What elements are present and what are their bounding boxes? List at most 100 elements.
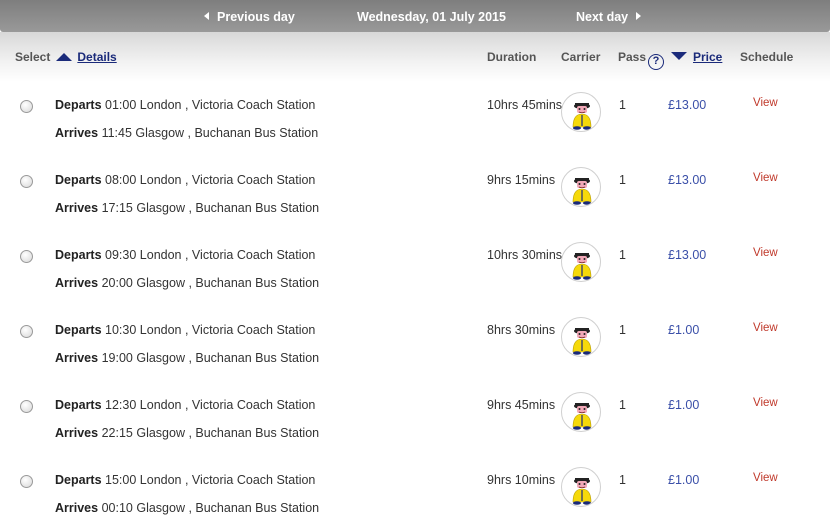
- journey-row[interactable]: Departs 09:30 London , Victoria Coach St…: [0, 242, 830, 317]
- pass-count: 1: [619, 398, 626, 412]
- journey-select-radio[interactable]: [20, 250, 33, 263]
- pass-header: Pass?: [618, 50, 665, 70]
- arrival-line: Arrives 19:00 Glasgow , Buchanan Bus Sta…: [55, 351, 319, 365]
- journey-select-radio[interactable]: [20, 475, 33, 488]
- journey-row[interactable]: Departs 15:00 London , Victoria Coach St…: [0, 467, 830, 528]
- departure-line: Departs 01:00 London , Victoria Coach St…: [55, 98, 315, 112]
- view-schedule-link[interactable]: View: [753, 247, 778, 259]
- sort-down-icon[interactable]: [671, 52, 687, 60]
- journey-duration: 9hrs 15mins: [487, 173, 556, 187]
- arrival-time: 00:10: [101, 501, 133, 515]
- pass-header-label: Pass: [618, 50, 647, 64]
- journey-row[interactable]: Departs 12:30 London , Victoria Coach St…: [0, 392, 830, 467]
- arrival-place: Glasgow , Buchanan Bus Station: [135, 126, 319, 140]
- next-day-link[interactable]: Next day: [576, 10, 642, 24]
- arrival-time: 20:00: [101, 276, 133, 290]
- view-schedule-link[interactable]: View: [753, 322, 778, 334]
- pass-count: 1: [619, 248, 626, 262]
- arrow-left-icon: [204, 12, 209, 20]
- journey-row[interactable]: Departs 08:00 London , Victoria Coach St…: [0, 167, 830, 242]
- day-navigation-bar: Previous day Wednesday, 01 July 2015 Nex…: [0, 0, 830, 32]
- departure-line: Departs 10:30 London , Victoria Coach St…: [55, 323, 315, 337]
- arrival-time: 17:15: [101, 201, 133, 215]
- journey-select-radio[interactable]: [20, 100, 33, 113]
- next-day-label: Next day: [576, 10, 629, 24]
- price-sort-link[interactable]: Price: [693, 50, 722, 64]
- sort-up-icon[interactable]: [56, 53, 73, 61]
- arrives-label: Arrives: [55, 501, 99, 515]
- departs-label: Departs: [55, 323, 102, 337]
- departure-time: 15:00: [105, 473, 137, 487]
- arrives-label: Arrives: [55, 126, 99, 140]
- journey-price: £1.00: [668, 398, 700, 412]
- duration-header: Duration: [487, 50, 537, 64]
- arrives-label: Arrives: [55, 276, 99, 290]
- journey-row[interactable]: Departs 01:00 London , Victoria Coach St…: [0, 92, 830, 167]
- journey-duration: 9hrs 45mins: [487, 398, 556, 412]
- view-schedule-link[interactable]: View: [753, 472, 778, 484]
- arrives-label: Arrives: [55, 201, 99, 215]
- view-schedule-link[interactable]: View: [753, 172, 778, 184]
- previous-day-link[interactable]: Previous day: [204, 10, 295, 24]
- journey-duration: 10hrs 45mins: [487, 98, 563, 112]
- arrival-line: Arrives 20:00 Glasgow , Buchanan Bus Sta…: [55, 276, 319, 290]
- departure-time: 09:30: [105, 248, 137, 262]
- journey-row[interactable]: Departs 10:30 London , Victoria Coach St…: [0, 317, 830, 392]
- results-header: Select Details Duration Carrier Pass? Pri…: [0, 32, 830, 82]
- arrival-line: Arrives 11:45 Glasgow , Buchanan Bus Sta…: [55, 126, 318, 140]
- arrival-line: Arrives 17:15 Glasgow , Buchanan Bus Sta…: [55, 201, 319, 215]
- departure-time: 01:00: [105, 98, 137, 112]
- departure-line: Departs 15:00 London , Victoria Coach St…: [55, 473, 315, 487]
- pass-count: 1: [619, 98, 626, 112]
- view-schedule-link[interactable]: View: [753, 97, 778, 109]
- journey-price: £13.00: [668, 98, 707, 112]
- arrival-time: 22:15: [101, 426, 133, 440]
- journey-price: £1.00: [668, 323, 700, 337]
- journey-price: £13.00: [668, 248, 707, 262]
- arrives-label: Arrives: [55, 351, 99, 365]
- journey-select-radio[interactable]: [20, 175, 33, 188]
- arrival-line: Arrives 22:15 Glasgow , Buchanan Bus Sta…: [55, 426, 319, 440]
- departs-label: Departs: [55, 473, 102, 487]
- previous-day-label: Previous day: [217, 10, 295, 24]
- arrow-right-icon: [636, 12, 642, 20]
- departure-place: London , Victoria Coach Station: [139, 248, 316, 262]
- journey-duration: 8hrs 30mins: [487, 323, 556, 337]
- megabus-mascot-icon: [561, 167, 601, 207]
- megabus-mascot-icon: [561, 467, 601, 507]
- current-date: Wednesday, 01 July 2015: [357, 10, 506, 24]
- megabus-mascot-icon: [561, 92, 601, 132]
- journey-price: £13.00: [668, 173, 707, 187]
- price-header: Price: [666, 50, 722, 64]
- arrival-time: 19:00: [101, 351, 133, 365]
- arrival-line: Arrives 00:10 Glasgow , Buchanan Bus Sta…: [55, 501, 319, 515]
- select-header: Select Details: [15, 50, 117, 64]
- arrival-place: Glasgow , Buchanan Bus Station: [136, 501, 320, 515]
- departure-place: London , Victoria Coach Station: [139, 98, 316, 112]
- details-sort-link[interactable]: Details: [77, 50, 116, 64]
- departure-place: London , Victoria Coach Station: [139, 398, 316, 412]
- help-icon[interactable]: ?: [648, 54, 665, 70]
- departs-label: Departs: [55, 248, 102, 262]
- departure-time: 12:30: [105, 398, 137, 412]
- journey-select-radio[interactable]: [20, 400, 33, 413]
- pass-count: 1: [619, 473, 626, 487]
- departure-line: Departs 08:00 London , Victoria Coach St…: [55, 173, 315, 187]
- journey-select-radio[interactable]: [20, 325, 33, 338]
- megabus-mascot-icon: [561, 392, 601, 432]
- departs-label: Departs: [55, 173, 102, 187]
- departure-time: 10:30: [105, 323, 137, 337]
- departs-label: Departs: [55, 398, 102, 412]
- departure-line: Departs 12:30 London , Victoria Coach St…: [55, 398, 315, 412]
- departs-label: Departs: [55, 98, 102, 112]
- pass-count: 1: [619, 323, 626, 337]
- megabus-mascot-icon: [561, 242, 601, 282]
- pass-count: 1: [619, 173, 626, 187]
- carrier-header: Carrier: [561, 50, 601, 64]
- megabus-mascot-icon: [561, 317, 601, 357]
- arrival-time: 11:45: [101, 126, 132, 140]
- departure-place: London , Victoria Coach Station: [139, 323, 316, 337]
- journey-price: £1.00: [668, 473, 700, 487]
- view-schedule-link[interactable]: View: [753, 397, 778, 409]
- schedule-header: Schedule: [740, 50, 794, 64]
